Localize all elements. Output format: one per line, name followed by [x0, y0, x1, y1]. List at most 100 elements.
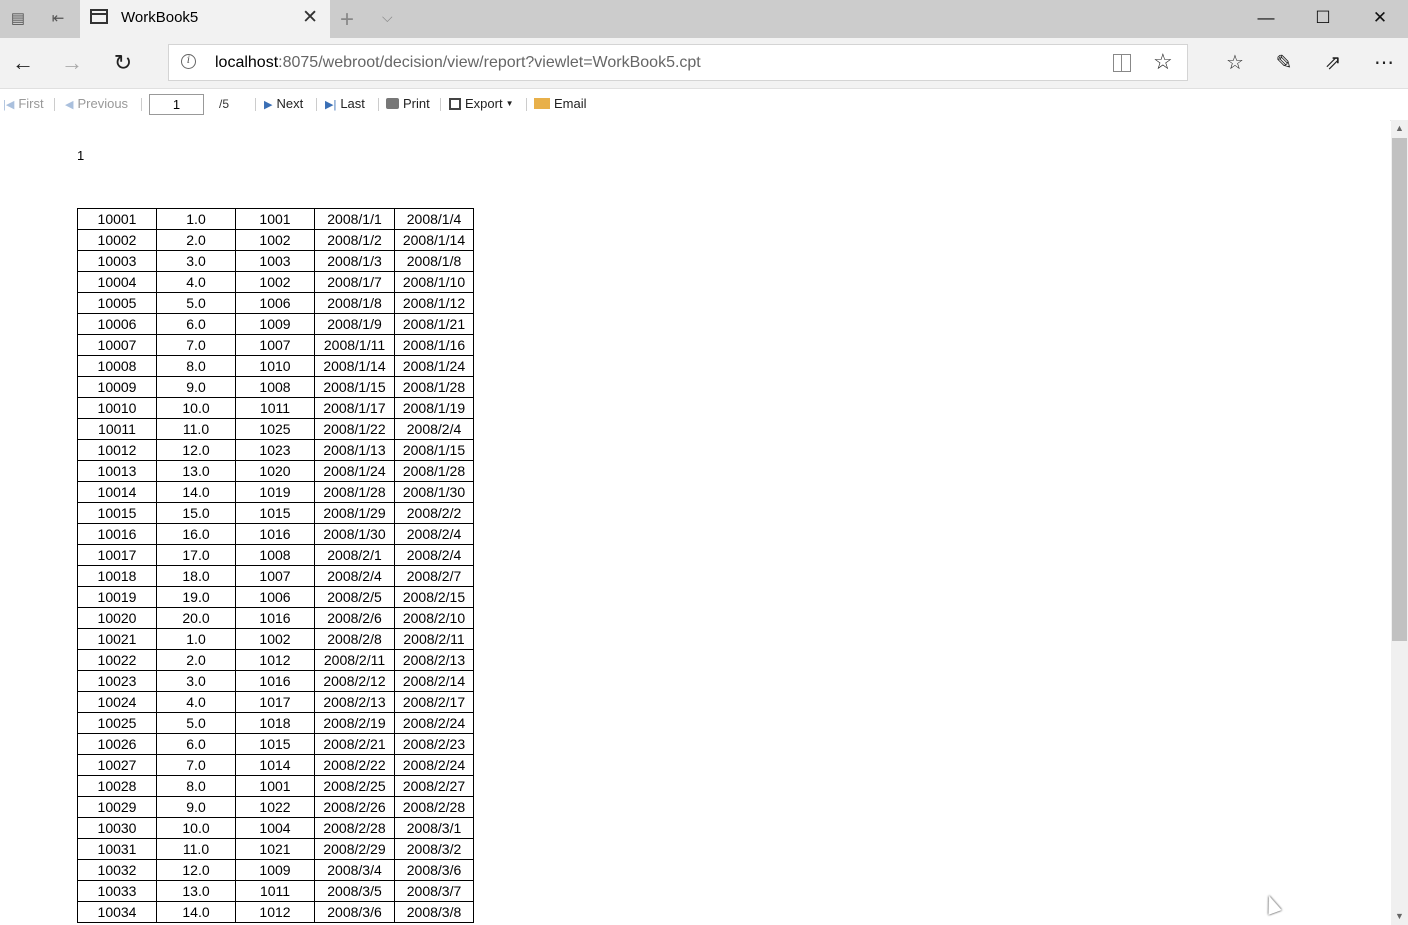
table-cell: 1.0: [156, 208, 236, 230]
previous-page-button[interactable]: ◀ Previous: [65, 96, 128, 111]
browser-tab[interactable]: WorkBook5 ✕: [80, 0, 330, 38]
navigation-bar: ← → ↻ i localhost:8075/webroot/decision/…: [0, 38, 1408, 89]
web-note-pen-icon[interactable]: ✎: [1270, 50, 1298, 76]
table-cell: 2008/3/2: [394, 838, 474, 860]
divider: [378, 98, 379, 111]
page-number-input[interactable]: [149, 94, 204, 115]
table-cell: 1016: [235, 670, 315, 692]
table-cell: 2008/3/6: [394, 859, 474, 881]
maximize-button[interactable]: ☐: [1295, 0, 1351, 38]
first-page-button[interactable]: |◀ First: [3, 96, 44, 111]
table-cell: 2008/2/11: [314, 649, 395, 671]
email-button[interactable]: Email: [534, 96, 587, 111]
table-cell: 2008/2/22: [314, 754, 395, 776]
table-cell: 10030: [77, 817, 157, 839]
table-row: 10008 8.0 1010 2008/1/14 2008/1/24: [77, 355, 474, 377]
table-row: 10029 9.0 1022 2008/2/26 2008/2/28: [77, 796, 474, 818]
table-cell: 1003: [235, 250, 315, 272]
table-cell: 2008/1/1: [314, 208, 395, 230]
table-cell: 2008/2/4: [394, 544, 474, 566]
scrollbar-thumb[interactable]: [1392, 138, 1407, 641]
table-cell: 1021: [235, 838, 315, 860]
url-text[interactable]: localhost:8075/webroot/decision/view/rep…: [215, 54, 701, 72]
table-cell: 6.0: [156, 733, 236, 755]
tab-preview-chevron-icon[interactable]: ⌵: [382, 9, 393, 26]
refresh-button[interactable]: ↻: [110, 50, 136, 76]
table-cell: 1018: [235, 712, 315, 734]
close-window-button[interactable]: ✕: [1352, 0, 1408, 38]
new-tab-button[interactable]: +: [340, 6, 354, 34]
table-cell: 2008/1/24: [314, 460, 395, 482]
table-cell: 1006: [235, 586, 315, 608]
vertical-scrollbar[interactable]: ▲ ▼: [1391, 120, 1408, 925]
scroll-up-arrow-icon[interactable]: ▲: [1391, 120, 1408, 137]
back-button[interactable]: ←: [10, 50, 36, 76]
table-cell: 1012: [235, 901, 315, 923]
table-row: 10027 7.0 1014 2008/2/22 2008/2/24: [77, 754, 474, 776]
table-cell: 6.0: [156, 313, 236, 335]
table-cell: 12.0: [156, 859, 236, 881]
next-page-button[interactable]: ▶ Next: [264, 96, 303, 111]
previous-page-label: Previous: [77, 96, 129, 111]
table-cell: 2008/3/8: [394, 901, 474, 923]
table-cell: 2008/1/24: [394, 355, 474, 377]
table-cell: 2008/2/14: [394, 670, 474, 692]
page-total: /5: [219, 97, 230, 111]
table-cell: 20.0: [156, 607, 236, 629]
table-cell: 13.0: [156, 460, 236, 482]
tab-actions-icon[interactable]: ▤: [8, 9, 28, 29]
table-cell: 2008/1/30: [314, 523, 395, 545]
table-cell: 2008/2/19: [314, 712, 395, 734]
site-info-icon[interactable]: i: [181, 54, 196, 69]
title-bar: ▤ ⇤ WorkBook5 ✕ + ⌵ — ☐ ✕: [0, 0, 1408, 38]
table-cell: 2008/2/2: [394, 502, 474, 524]
table-cell: 1009: [235, 313, 315, 335]
table-cell: 2008/2/26: [314, 796, 395, 818]
forward-button[interactable]: →: [59, 50, 85, 76]
table-cell: 10021: [77, 628, 157, 650]
table-row: 10010 10.0 1011 2008/1/17 2008/1/19: [77, 397, 474, 419]
table-cell: 10001: [77, 208, 157, 230]
table-row: 10031 11.0 1021 2008/2/29 2008/3/2: [77, 838, 474, 860]
table-cell: 2008/1/9: [314, 313, 395, 335]
address-bar[interactable]: i localhost:8075/webroot/decision/view/r…: [168, 44, 1188, 81]
table-row: 10024 4.0 1017 2008/2/13 2008/2/17: [77, 691, 474, 713]
table-cell: 2008/2/4: [394, 523, 474, 545]
table-cell: 10024: [77, 691, 157, 713]
email-label: Email: [554, 96, 587, 111]
divider: [440, 98, 441, 111]
share-icon[interactable]: ⇗: [1319, 50, 1347, 76]
favorites-hub-icon[interactable]: ☆: [1221, 50, 1249, 76]
report-content: 1 10001 1.0 1001 2008/1/1 2008/1/4 10002 2.0 10…: [0, 120, 1390, 925]
more-options-icon[interactable]: ⋯: [1370, 50, 1398, 76]
minimize-button[interactable]: —: [1238, 0, 1294, 38]
table-cell: 2008/2/10: [394, 607, 474, 629]
table-cell: 13.0: [156, 880, 236, 902]
table-cell: 1016: [235, 607, 315, 629]
table-cell: 2008/2/28: [394, 796, 474, 818]
last-page-button[interactable]: ▶| Last: [325, 96, 365, 111]
table-cell: 1006: [235, 292, 315, 314]
table-cell: 2008/1/15: [394, 439, 474, 461]
scroll-down-arrow-icon[interactable]: ▼: [1391, 908, 1408, 925]
divider: [255, 98, 256, 111]
table-cell: 10009: [77, 376, 157, 398]
divider: [141, 98, 142, 111]
table-cell: 2008/2/28: [314, 817, 395, 839]
reading-view-icon[interactable]: [1113, 54, 1131, 72]
favorite-star-icon[interactable]: ☆: [1153, 49, 1173, 75]
table-cell: 2008/1/17: [314, 397, 395, 419]
table-cell: 1007: [235, 565, 315, 587]
set-tabs-aside-icon[interactable]: ⇤: [48, 9, 68, 29]
table-cell: 14.0: [156, 901, 236, 923]
print-button[interactable]: Print: [386, 96, 430, 111]
table-cell: 1017: [235, 691, 315, 713]
table-cell: 2008/2/29: [314, 838, 395, 860]
table-cell: 1002: [235, 271, 315, 293]
table-cell: 2008/2/7: [394, 565, 474, 587]
last-page-icon: ▶|: [325, 99, 337, 111]
tab-close-button[interactable]: ✕: [302, 8, 318, 28]
export-button[interactable]: Export ▼: [449, 96, 514, 111]
table-cell: 1001: [235, 775, 315, 797]
table-cell: 10028: [77, 775, 157, 797]
